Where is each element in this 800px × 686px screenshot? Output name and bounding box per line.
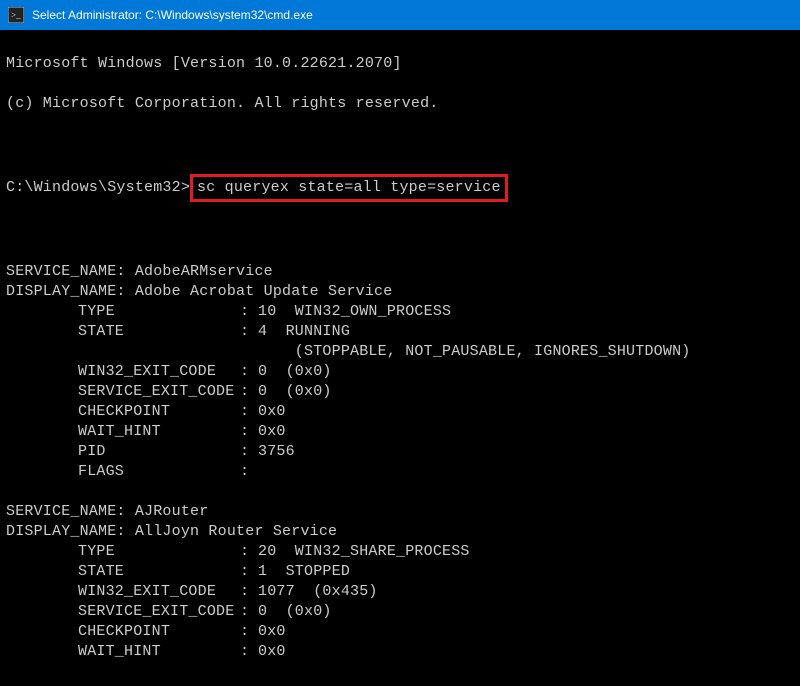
field-value: 10 WIN32_OWN_PROCESS xyxy=(258,302,794,322)
field-label: FLAGS xyxy=(78,462,240,482)
command-text: sc queryex state=all type=service xyxy=(197,179,501,196)
field-colon: : xyxy=(240,442,258,462)
service-field-line: WAIT_HINT: 0x0 xyxy=(6,642,794,662)
service-field-line: STATE: 4 RUNNING xyxy=(6,322,794,342)
prompt-line: C:\Windows\System32> sc queryex state=all… xyxy=(6,174,794,202)
blank-line xyxy=(6,134,794,154)
field-value: 1077 (0x435) xyxy=(258,582,794,602)
field-colon: : xyxy=(240,422,258,442)
display-name-line: DISPLAY_NAME: Adobe Acrobat Update Servi… xyxy=(6,282,794,302)
field-indent xyxy=(6,462,78,482)
service-field-line: STATE: 1 STOPPED xyxy=(6,562,794,582)
field-label: CHECKPOINT xyxy=(78,402,240,422)
field-indent xyxy=(6,302,78,322)
field-colon: : xyxy=(240,542,258,562)
service-field-line: WAIT_HINT: 0x0 xyxy=(6,422,794,442)
field-value: 0x0 xyxy=(258,622,794,642)
service-field-line: PID: 3756 xyxy=(6,442,794,462)
field-indent xyxy=(6,582,78,602)
field-label: STATE xyxy=(78,322,240,342)
service-field-line: (STOPPABLE, NOT_PAUSABLE, IGNORES_SHUTDO… xyxy=(6,342,794,362)
field-indent xyxy=(6,442,78,462)
field-indent xyxy=(6,422,78,442)
field-value xyxy=(258,462,794,482)
field-label: WAIT_HINT xyxy=(78,642,240,662)
field-label: TYPE xyxy=(78,542,240,562)
field-value: 0x0 xyxy=(258,642,794,662)
field-indent xyxy=(6,342,258,362)
field-colon: : xyxy=(240,302,258,322)
service-field-line: CHECKPOINT: 0x0 xyxy=(6,622,794,642)
field-colon: : xyxy=(240,602,258,622)
field-label: WIN32_EXIT_CODE xyxy=(78,582,240,602)
field-indent xyxy=(6,382,78,402)
field-colon: : xyxy=(240,362,258,382)
service-field-line: WIN32_EXIT_CODE: 1077 (0x435) xyxy=(6,582,794,602)
svg-text:>_: >_ xyxy=(11,10,21,20)
field-indent xyxy=(6,602,78,622)
field-label: PID xyxy=(78,442,240,462)
field-indent xyxy=(6,542,78,562)
field-value: 3756 xyxy=(258,442,794,462)
service-field-line: SERVICE_EXIT_CODE: 0 (0x0) xyxy=(6,602,794,622)
field-indent xyxy=(6,562,78,582)
prompt-path: C:\Windows\System32> xyxy=(6,179,190,196)
field-value: 0 (0x0) xyxy=(258,362,794,382)
field-value: 0 (0x0) xyxy=(258,602,794,622)
field-value: 1 STOPPED xyxy=(258,562,794,582)
field-indent xyxy=(6,622,78,642)
service-name-line: SERVICE_NAME: AdobeARMservice xyxy=(6,262,794,282)
field-value: 0x0 xyxy=(258,422,794,442)
field-label: SERVICE_EXIT_CODE xyxy=(78,382,240,402)
service-field-line: FLAGS: xyxy=(6,462,794,482)
blank-line xyxy=(6,482,794,502)
field-label: CHECKPOINT xyxy=(78,622,240,642)
service-field-line: WIN32_EXIT_CODE: 0 (0x0) xyxy=(6,362,794,382)
field-value: 0x0 xyxy=(258,402,794,422)
field-indent xyxy=(6,362,78,382)
field-label: WIN32_EXIT_CODE xyxy=(78,362,240,382)
field-value: (STOPPABLE, NOT_PAUSABLE, IGNORES_SHUTDO… xyxy=(258,342,794,362)
cmd-icon: >_ xyxy=(8,7,24,23)
service-field-line: TYPE: 20 WIN32_SHARE_PROCESS xyxy=(6,542,794,562)
field-label: SERVICE_EXIT_CODE xyxy=(78,602,240,622)
service-field-line: CHECKPOINT: 0x0 xyxy=(6,402,794,422)
window-title: Select Administrator: C:\Windows\system3… xyxy=(32,8,313,22)
field-colon: : xyxy=(240,462,258,482)
field-indent xyxy=(6,642,78,662)
field-value: 4 RUNNING xyxy=(258,322,794,342)
field-colon: : xyxy=(240,642,258,662)
command-highlight: sc queryex state=all type=service xyxy=(190,174,508,202)
blank-line xyxy=(6,222,794,242)
service-name-line: SERVICE_NAME: AJRouter xyxy=(6,502,794,522)
copyright-line: (c) Microsoft Corporation. All rights re… xyxy=(6,94,794,114)
service-field-line: SERVICE_EXIT_CODE: 0 (0x0) xyxy=(6,382,794,402)
version-line: Microsoft Windows [Version 10.0.22621.20… xyxy=(6,54,794,74)
field-label: TYPE xyxy=(78,302,240,322)
field-colon: : xyxy=(240,622,258,642)
field-value: 20 WIN32_SHARE_PROCESS xyxy=(258,542,794,562)
field-label: STATE xyxy=(78,562,240,582)
terminal-output[interactable]: Microsoft Windows [Version 10.0.22621.20… xyxy=(0,30,800,686)
field-colon: : xyxy=(240,322,258,342)
service-field-line: TYPE: 10 WIN32_OWN_PROCESS xyxy=(6,302,794,322)
display-name-line: DISPLAY_NAME: AllJoyn Router Service xyxy=(6,522,794,542)
field-value: 0 (0x0) xyxy=(258,382,794,402)
field-colon: : xyxy=(240,382,258,402)
field-colon: : xyxy=(240,402,258,422)
field-colon: : xyxy=(240,582,258,602)
field-indent xyxy=(6,322,78,342)
field-colon: : xyxy=(240,562,258,582)
field-indent xyxy=(6,402,78,422)
field-label: WAIT_HINT xyxy=(78,422,240,442)
window-titlebar[interactable]: >_ Select Administrator: C:\Windows\syst… xyxy=(0,0,800,30)
